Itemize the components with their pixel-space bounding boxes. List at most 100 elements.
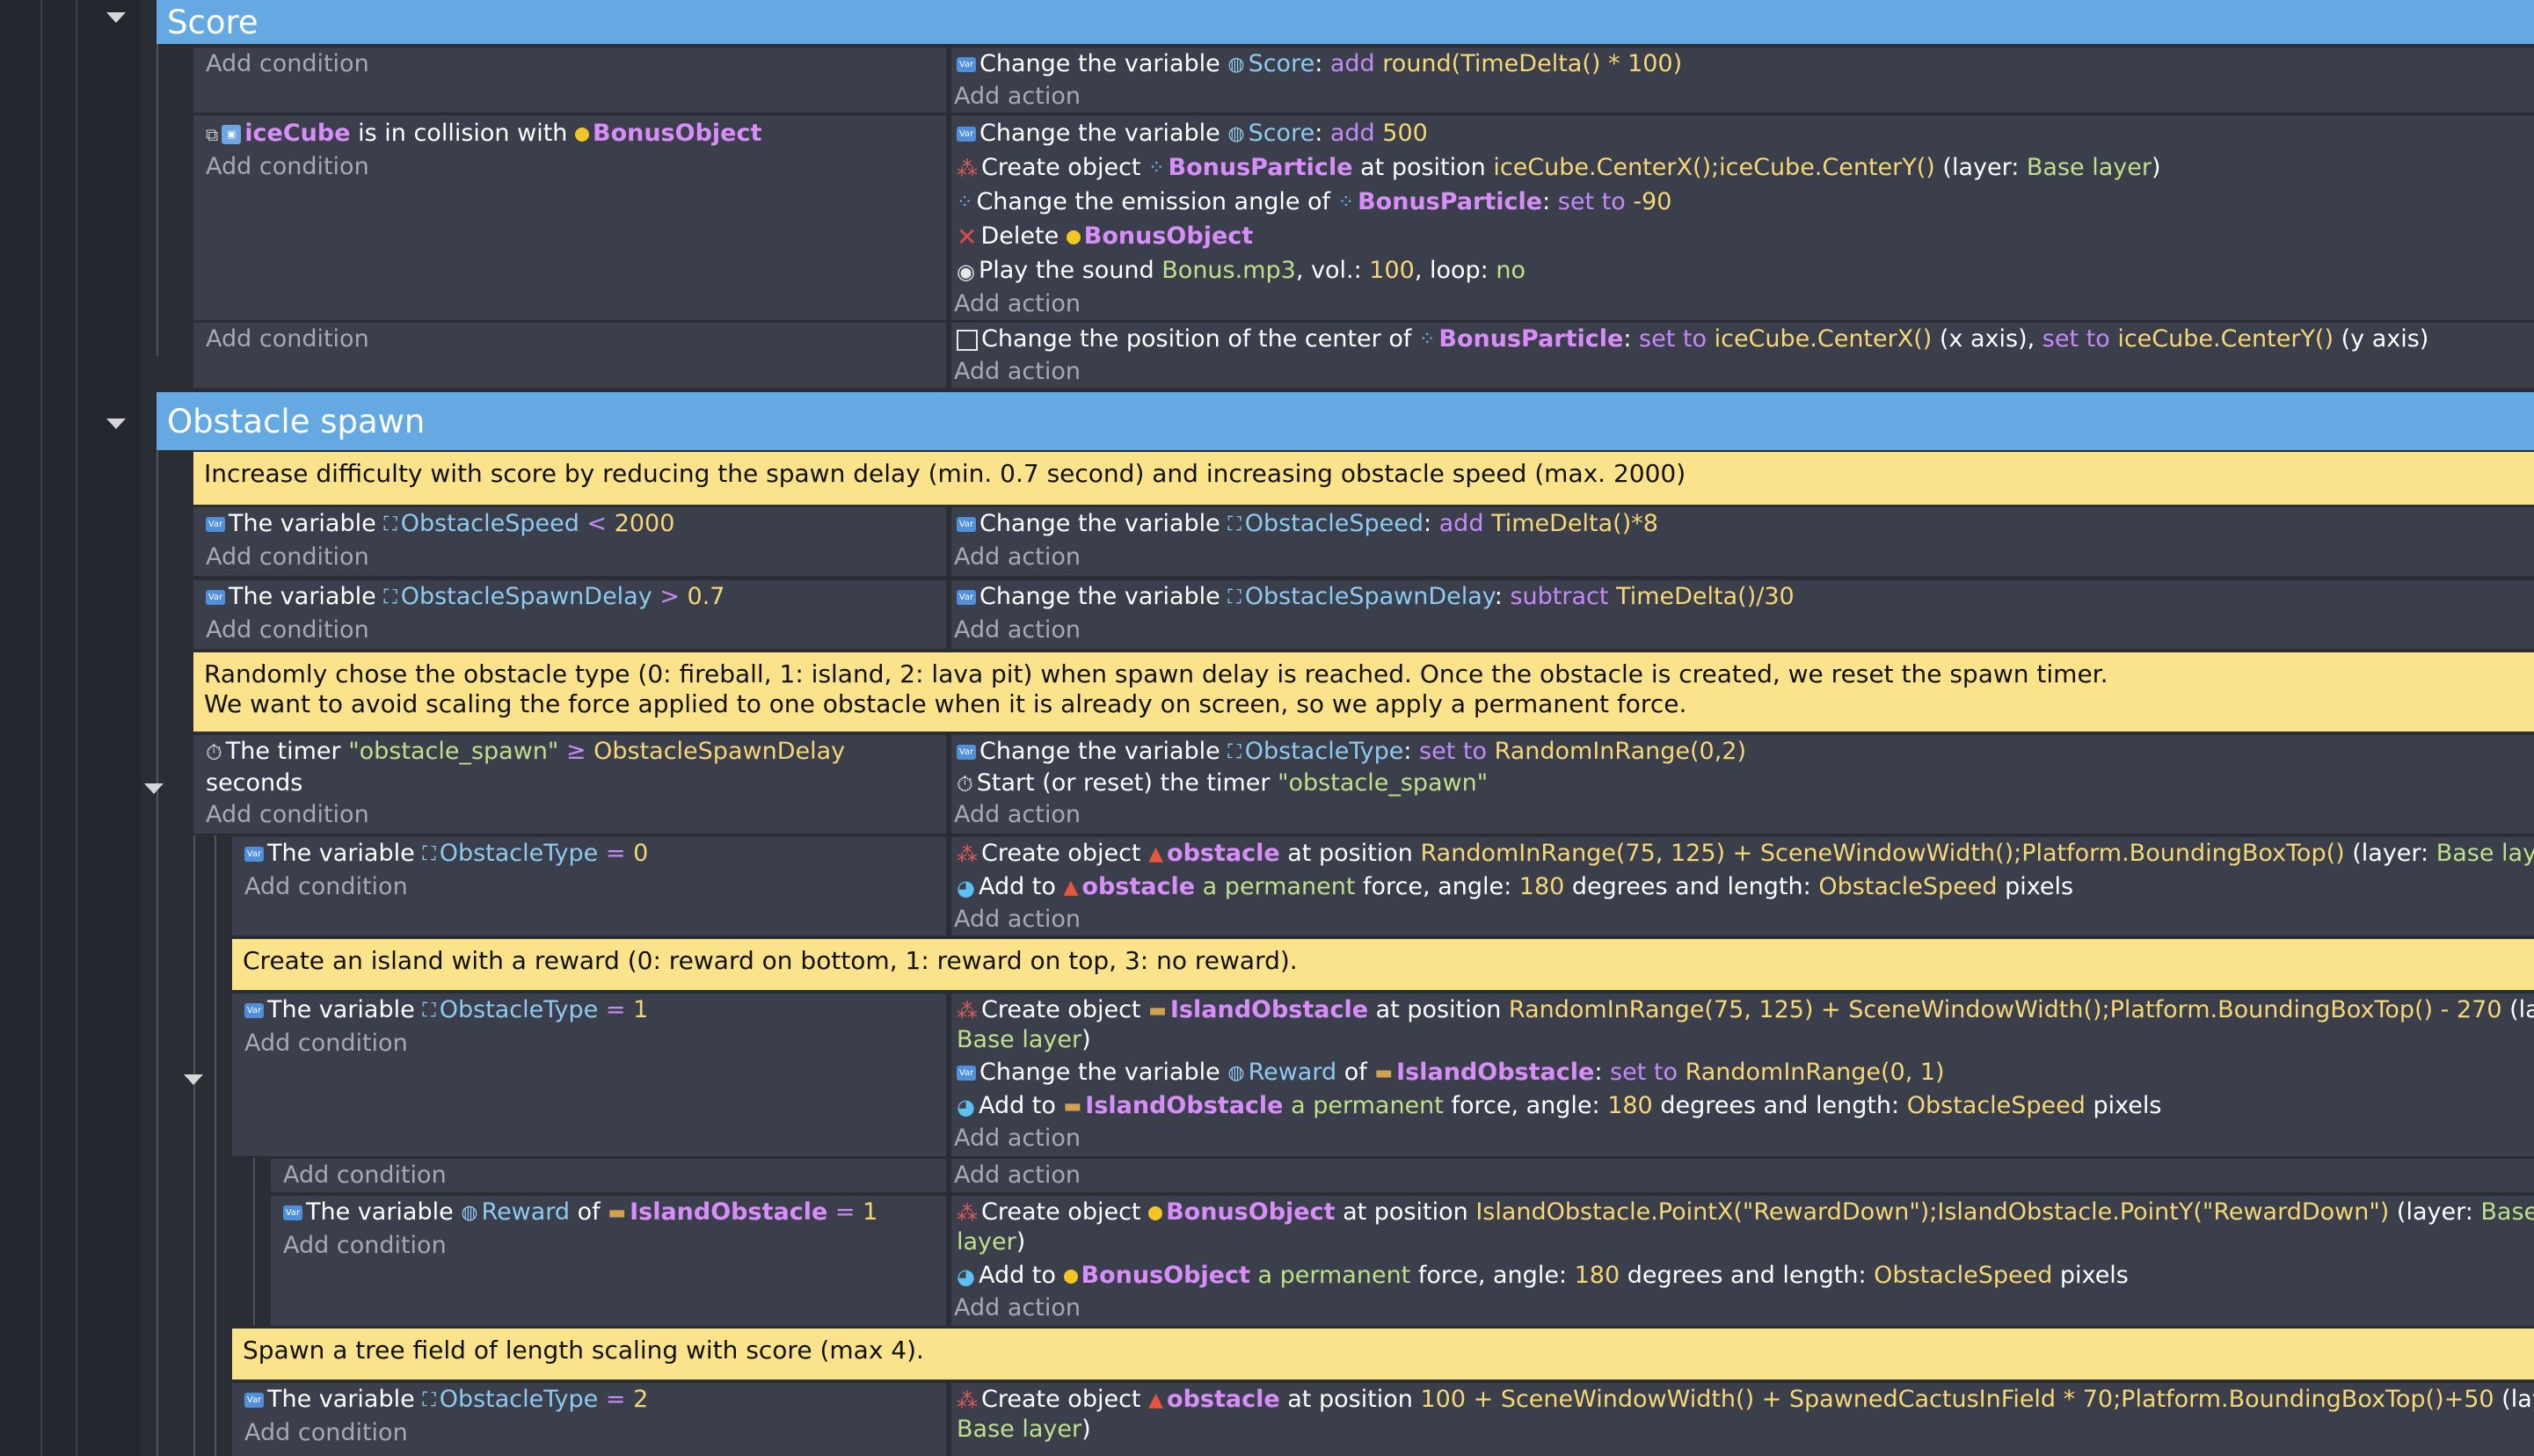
add-condition-link[interactable]: Add condition — [244, 1027, 408, 1060]
comment-block[interactable]: Spawn a tree field of length scaling wit… — [232, 1329, 2534, 1380]
action-row[interactable]: ⁘ Change the emission angle of ⁘ BonusPart… — [957, 186, 1671, 220]
collapse-caret-icon[interactable] — [184, 1074, 203, 1085]
text-segment: ObstacleType — [439, 996, 599, 1023]
action-row[interactable]: ⁂ Create object ▲ obstacle at position Ran… — [957, 837, 2534, 871]
group-title: Obstacle spawn — [167, 402, 426, 440]
text-segment: > — [652, 583, 688, 610]
text-segment: -90 — [1633, 188, 1672, 215]
add-action-link[interactable]: Add action — [954, 1122, 1081, 1155]
action-row[interactable]: ◕ Add to ▲ obstacle a permanent force, ang… — [957, 870, 2073, 905]
add-action-link[interactable]: Add action — [954, 288, 1081, 321]
add-action-link[interactable]: Add action — [954, 798, 1081, 832]
add-condition-link[interactable]: Add condition — [206, 798, 369, 832]
condition-row[interactable]: ⏱ The timer "obstacle_spawn" ≥ ObstacleSp… — [206, 735, 845, 769]
action-row[interactable]: ⁂ Create object ▬ IslandObstacle at positi… — [957, 994, 2534, 1028]
text-segment — [1707, 325, 1715, 353]
add-action-link[interactable]: Add action — [954, 614, 1081, 647]
add-condition-link[interactable]: Add condition — [206, 323, 369, 356]
text-segment: IslandObstacle — [1085, 1092, 1284, 1119]
actions-panel[interactable]: ⁂ Create object ▲ obstacle at position 100… — [951, 1383, 2534, 1456]
comment-block[interactable]: Randomly chose the obstacle type (0: fir… — [193, 652, 2534, 732]
actions-panel[interactable]: ⁂ Create object ▲ obstacle at position Ran… — [951, 837, 2534, 935]
condition-row[interactable]: Var The variable ◍ Reward of ▬ IslandObstac… — [283, 1196, 877, 1230]
add-condition-link[interactable]: Add condition — [206, 614, 369, 647]
collapse-caret-icon[interactable] — [144, 783, 164, 794]
condition-row[interactable]: Var The variable ⛶ ObstacleType = 0 — [244, 837, 648, 871]
text-segment: BonusParticle — [1168, 154, 1353, 181]
text-segment: Change the variable — [979, 510, 1228, 537]
actions-panel[interactable]: Var Change the variable ◍ Score: add round… — [951, 47, 2534, 113]
text-segment: ) — [1016, 1228, 1026, 1256]
actions-panel[interactable]: Add action — [951, 1159, 2534, 1192]
conditions-panel[interactable]: Var The variable ⛶ ObstacleType = 0 Add co… — [232, 837, 946, 935]
action-row[interactable]: Var Change the variable ◍ Score: add 500 — [957, 117, 1428, 151]
comment-block[interactable]: Create an island with a reward (0: rewar… — [232, 939, 2534, 990]
action-row[interactable]: Var Change the variable ◍ Score: add round… — [957, 47, 1682, 82]
conditions-panel[interactable]: Add condition — [193, 47, 946, 113]
text-segment: Create object — [981, 996, 1149, 1023]
conditions-panel[interactable]: Var The variable ⛶ ObstacleType = 2 Add co… — [232, 1383, 946, 1456]
text-segment: no — [1496, 257, 1525, 284]
action-row[interactable]: ⁂ Create object ▲ obstacle at position 100… — [957, 1383, 2534, 1417]
add-condition-link[interactable]: Add condition — [206, 150, 369, 184]
actions-panel[interactable]: Var Change the variable ◍ Score: add 500 ⁂… — [951, 115, 2534, 320]
bonus-object-icon — [1066, 229, 1081, 244]
add-condition-link[interactable]: Add condition — [283, 1229, 447, 1263]
add-condition-link[interactable]: Add condition — [283, 1159, 447, 1192]
add-condition-link[interactable]: Add condition — [244, 1416, 408, 1450]
add-action-link[interactable]: Add action — [954, 80, 1081, 113]
actions-panel[interactable]: ⁂ Create object ▬ IslandObstacle at positi… — [951, 994, 2534, 1156]
condition-row[interactable]: Var The variable ⛶ ObstacleType = 2 — [244, 1383, 648, 1417]
action-row[interactable]: ⁂ Create object ⁘ BonusParticle at positio… — [957, 151, 2161, 186]
conditions-panel[interactable]: ⏱ The timer "obstacle_spawn" ≥ ObstacleSp… — [193, 735, 946, 834]
group-header-obstacle-spawn[interactable]: Obstacle spawn — [157, 392, 2534, 450]
action-row[interactable]: ⏱ Start (or reset) the timer "obstacle_sp… — [957, 767, 1488, 801]
action-row[interactable]: ◕ Add to BonusObject a permanent force, a… — [957, 1259, 2129, 1293]
action-row[interactable]: ◕ Add to ▬ IslandObstacle a permanent forc… — [957, 1089, 2161, 1124]
text-segment: = — [598, 840, 634, 867]
conditions-panel[interactable]: Var The variable ⛶ ObstacleType = 1 Add co… — [232, 994, 946, 1156]
add-action-link[interactable]: Add action — [954, 355, 1081, 389]
text-segment: IslandObstacle.PointX("RewardDown");Isla… — [1475, 1198, 2390, 1226]
actions-panel[interactable]: Var Change the variable ⛶ ObstacleSpawnDel… — [951, 580, 2534, 649]
force-icon: ◕ — [957, 1094, 975, 1119]
comment-block[interactable]: Increase difficulty with score by reduci… — [193, 452, 2534, 505]
conditions-panel[interactable]: Var The variable ⛶ ObstacleSpawnDelay > 0.… — [193, 580, 946, 649]
add-condition-link[interactable]: Add condition — [206, 47, 369, 81]
actions-panel[interactable]: Change the position of the center of ⁘ Bo… — [951, 323, 2534, 388]
action-row[interactable]: Change the position of the center of ⁘ Bo… — [957, 323, 2428, 357]
text-segment: (y axis) — [2334, 325, 2429, 353]
conditions-panel[interactable]: Var The variable ⛶ ObstacleSpeed < 2000 Ad… — [193, 507, 946, 576]
add-action-link[interactable]: Add action — [954, 1292, 1081, 1325]
conditions-panel[interactable]: Add condition — [193, 323, 946, 388]
comment-text: We want to avoid scaling the force appli… — [204, 689, 1687, 718]
text-segment: : — [1403, 738, 1420, 765]
add-action-link[interactable]: Add action — [954, 541, 1081, 574]
add-action-link[interactable]: Add action — [954, 903, 1081, 936]
action-row[interactable]: Var Change the variable ◍ Reward of ▬ Islan… — [957, 1056, 1945, 1090]
condition-row[interactable]: ⧉ ▣ iceCube is in collision with BonusObje… — [206, 117, 761, 151]
action-row[interactable]: ✕ Delete BonusObject — [957, 220, 1253, 254]
group-header-score[interactable]: Score — [157, 0, 2534, 44]
collapse-caret-icon[interactable] — [106, 12, 126, 23]
conditions-panel[interactable]: Add condition — [271, 1159, 946, 1192]
condition-row[interactable]: Var The variable ⛶ ObstacleType = 1 — [244, 994, 648, 1028]
action-row[interactable]: Var Change the variable ⛶ ObstacleSpeed: a… — [957, 507, 1658, 542]
action-row[interactable]: Var Change the variable ⛶ ObstacleType: se… — [957, 735, 1746, 769]
text-segment: (layer: — [2344, 840, 2436, 867]
conditions-panel[interactable]: Var The variable ◍ Reward of ▬ IslandObstac… — [271, 1196, 946, 1326]
conditions-panel[interactable]: ⧉ ▣ iceCube is in collision with BonusObje… — [193, 115, 946, 320]
add-action-link[interactable]: Add action — [954, 1159, 1081, 1192]
add-condition-link[interactable]: Add condition — [244, 870, 408, 904]
condition-row[interactable]: Var The variable ⛶ ObstacleSpeed < 2000 — [206, 507, 674, 542]
action-row[interactable]: Var Change the variable ⛶ ObstacleSpawnDel… — [957, 580, 1795, 615]
actions-panel[interactable]: Var Change the variable ⛶ ObstacleSpeed: a… — [951, 507, 2534, 576]
actions-panel[interactable]: ⁂ Create object BonusObject at position I… — [951, 1196, 2534, 1326]
action-row[interactable]: ⁂ Create object BonusObject at position I… — [957, 1196, 2534, 1230]
actions-panel[interactable]: Var Change the variable ⛶ ObstacleType: se… — [951, 735, 2534, 834]
action-row[interactable]: ◉ Play the sound Bonus.mp3, vol.: 100, lo… — [957, 254, 1525, 288]
condition-row[interactable]: Var The variable ⛶ ObstacleSpawnDelay > 0.… — [206, 580, 725, 615]
collapse-caret-icon[interactable] — [106, 419, 126, 429]
add-condition-link[interactable]: Add condition — [206, 541, 369, 574]
text-segment: of — [570, 1198, 608, 1226]
